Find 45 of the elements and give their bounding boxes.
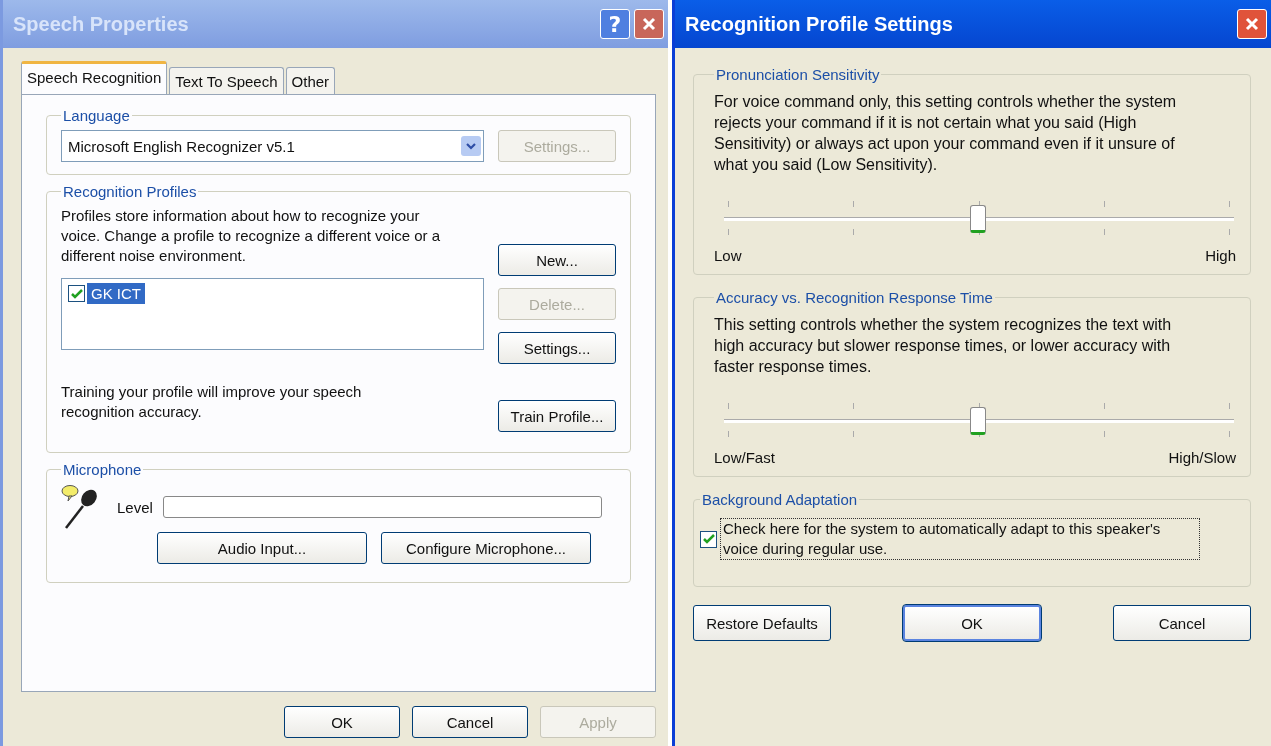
close-button[interactable]: [1237, 9, 1267, 39]
dialog-button[interactable]: Cancel: [1113, 605, 1251, 641]
training-text: Training your profile will improve your speech recognition accuracy.: [61, 382, 363, 422]
tab[interactable]: Speech Recognition: [21, 61, 168, 94]
tab[interactable]: Other: [285, 67, 336, 94]
profile-button[interactable]: Settings...: [498, 332, 616, 364]
profile-button[interactable]: New...: [498, 244, 616, 276]
slider-min-label: Low/Fast: [714, 449, 775, 466]
checkbox[interactable]: [68, 285, 85, 302]
close-icon: [641, 16, 657, 32]
description-text: For voice command only, this setting controls whether the system rejects your command if it is not certain what you said (High Sensitivity) or always act upon your command even if it unsure of what you said (Low Sensitivity).: [714, 92, 1178, 175]
dialog-button[interactable]: OK: [903, 605, 1041, 641]
group-label: Recognition Profiles: [62, 183, 198, 200]
group-label: Language: [62, 107, 131, 124]
microphone-button[interactable]: Configure Microphone...: [381, 532, 591, 564]
checkbox-label[interactable]: Check here for the system to automatically adapt to this speaker's voice during regular use.: [720, 518, 1200, 560]
help-button[interactable]: ?: [600, 9, 630, 39]
group-label: Background Adaptation: [701, 491, 859, 508]
slider-thumb[interactable]: [970, 205, 986, 233]
description-text: Profiles store information about how to recognize your voice. Change a profile to recognize a different voice or a different noise environment.: [61, 206, 442, 266]
level-label: Level: [117, 498, 153, 516]
slider[interactable]: [724, 201, 1234, 237]
slider-min-label: Low: [714, 247, 742, 264]
list-item[interactable]: GK ICT: [87, 283, 145, 304]
dialog-button[interactable]: Cancel: [412, 706, 528, 738]
profile-list[interactable]: GK ICT: [61, 278, 484, 350]
microphone-button[interactable]: Audio Input...: [157, 532, 367, 564]
window-title: Recognition Profile Settings: [685, 12, 954, 36]
slider-max-label: High/Slow: [1168, 449, 1236, 466]
slider-max-label: High: [1205, 247, 1236, 264]
description-text: This setting controls whether the system recognizes the text with high accuracy but slower response times, or lower accuracy with faster response times.: [714, 315, 1173, 377]
close-button[interactable]: [634, 9, 664, 39]
language-dropdown[interactable]: Microsoft English Recognizer v5.1: [61, 130, 484, 162]
close-icon: [1244, 16, 1260, 32]
group-label: Microphone: [62, 461, 143, 478]
checkbox[interactable]: [700, 530, 717, 548]
window-title: Speech Properties: [13, 12, 190, 36]
dialog-button[interactable]: OK: [284, 706, 400, 738]
dialog-button[interactable]: Restore Defaults: [693, 605, 831, 641]
train-profile-button[interactable]: Train Profile...: [498, 400, 616, 432]
tab[interactable]: Text To Speech: [169, 67, 284, 94]
slider-thumb[interactable]: [970, 407, 986, 435]
group-label: Accuracy vs. Recognition Response Time: [715, 289, 994, 306]
slider[interactable]: [724, 403, 1234, 439]
group-label: Pronunciation Sensitivity: [715, 66, 881, 83]
